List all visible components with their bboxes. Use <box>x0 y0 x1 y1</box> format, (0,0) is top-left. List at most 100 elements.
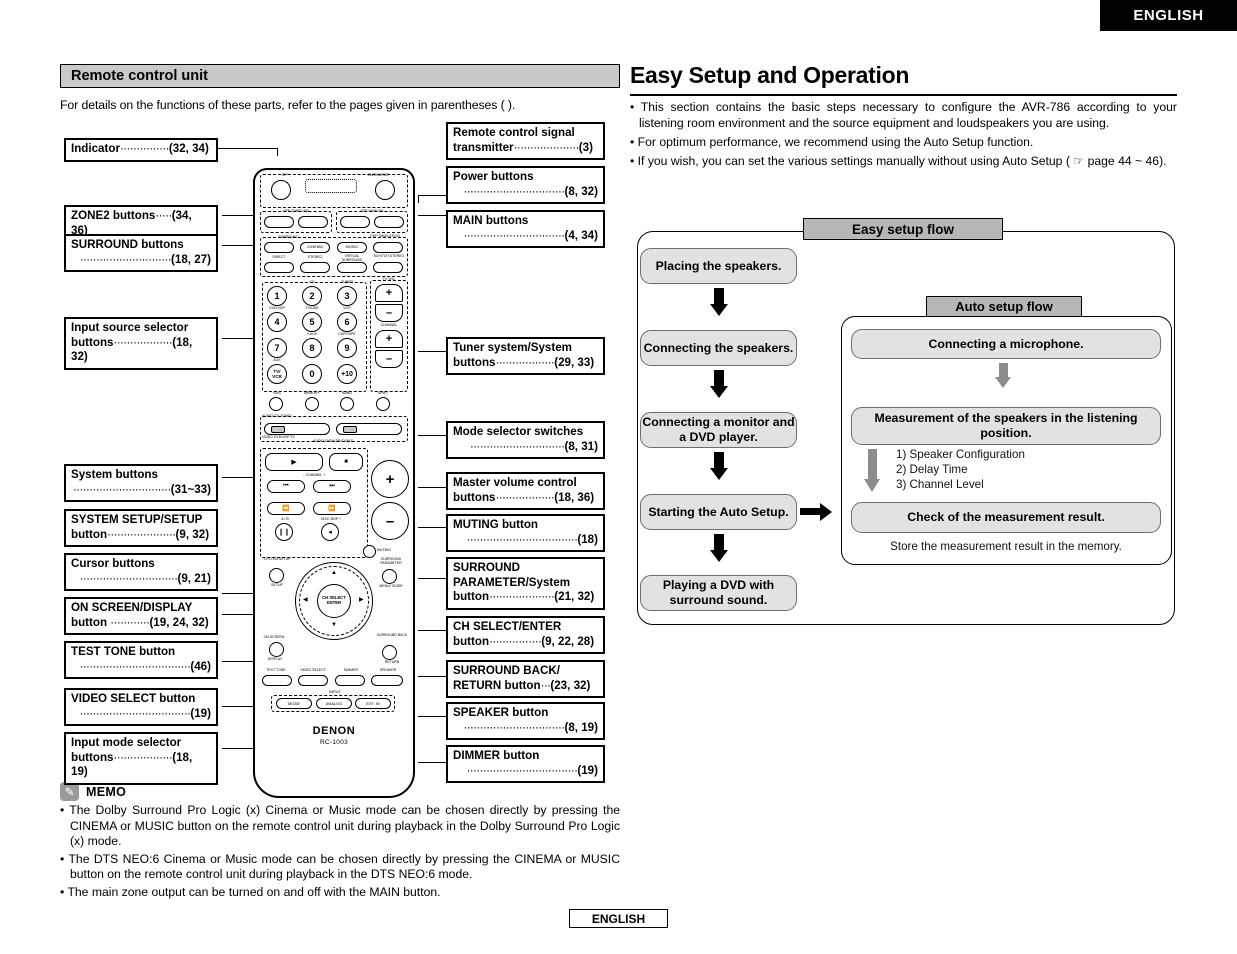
on-screen-display-button[interactable] <box>269 642 284 657</box>
test-tone-button[interactable] <box>262 675 292 686</box>
system-setup-label: SYSTEM SETUP <box>263 557 291 561</box>
shift-button[interactable] <box>376 397 390 411</box>
leader-line <box>418 762 446 764</box>
memory-button[interactable] <box>305 397 319 411</box>
key-2[interactable]: 2 <box>302 286 322 306</box>
key-0[interactable]: 0 <box>302 364 322 384</box>
band-button[interactable] <box>340 397 354 411</box>
surround-button-1[interactable] <box>264 242 294 253</box>
stereo-button[interactable] <box>300 262 330 273</box>
callout-dots: ······························· <box>463 720 565 734</box>
callout-dimmer-button: DIMMER button ··························… <box>446 745 605 783</box>
input-analog-button[interactable]: ANALOG <box>316 698 352 709</box>
stereo-5ch-7ch-button[interactable] <box>373 262 403 273</box>
key-7[interactable]: 7 <box>267 338 287 358</box>
auto-substeps: 1) Speaker Configuration 2) Delay Time 3… <box>896 447 1025 492</box>
callout-label: SYSTEM SETUP/SETUP <box>71 513 203 526</box>
cursor-down-icon[interactable]: ▼ <box>331 622 337 628</box>
zone2-off-button[interactable] <box>264 216 294 228</box>
skip-forward-button[interactable]: ⏭ <box>313 480 351 493</box>
callout-dots: ·································· <box>79 706 191 720</box>
leader-line <box>418 351 446 353</box>
input-mode-button[interactable]: MODE <box>276 698 312 709</box>
main-on-button[interactable] <box>374 216 404 228</box>
callout-pages: (9, 21) <box>177 571 211 585</box>
muting-button[interactable] <box>363 545 376 558</box>
cursor-left-icon[interactable]: ◀ <box>303 597 308 603</box>
key-8[interactable]: 8 <box>302 338 322 358</box>
master-volume-down-button[interactable]: – <box>371 502 409 540</box>
callout-label: SURROUND BACK/ <box>453 664 560 677</box>
leader-line <box>418 527 446 529</box>
band-label: BAND <box>342 391 352 395</box>
callout-pages: (8, 31) <box>564 439 598 453</box>
video-select-label: VIDEO SELECT <box>300 668 326 672</box>
rewind-button[interactable]: ⏪ <box>267 502 305 515</box>
callout-label2: buttons <box>71 335 114 349</box>
virtual-surround-button[interactable] <box>337 262 367 273</box>
play-button[interactable]: ▶ <box>265 453 323 471</box>
intro-bullet-text: For optimum performance, we recommend us… <box>637 135 1034 149</box>
callout-dots: ···················· <box>513 140 580 154</box>
intro-bullet-text: This section contains the basic steps ne… <box>639 100 1177 130</box>
leader-line <box>418 676 446 678</box>
master-volume-up-button[interactable]: + <box>371 460 409 498</box>
key-1[interactable]: 1 <box>267 286 287 306</box>
video-select-button[interactable] <box>298 675 328 686</box>
disc-skip-button[interactable]: ◂ <box>321 523 339 541</box>
mode-switch-right-slider[interactable] <box>343 426 357 433</box>
speaker-button[interactable] <box>371 675 403 686</box>
callout-dots: ················ <box>489 634 542 648</box>
system-setup-button[interactable] <box>269 568 284 583</box>
power-off-button[interactable] <box>271 180 291 200</box>
callout-dots: ··· <box>540 678 551 692</box>
callout-label: Master volume control <box>453 476 577 489</box>
cursor-up-icon[interactable]: ▲ <box>331 570 337 576</box>
key-5[interactable]: 5 <box>302 312 322 332</box>
tv-vol-down-button[interactable]: – <box>375 304 403 322</box>
speaker-label: SPEAKER <box>379 668 397 672</box>
pause-button[interactable]: ❙❙ <box>275 523 293 541</box>
rds-label: RDS <box>273 391 281 395</box>
flow-step-connecting-speakers: Connecting the speakers. <box>640 330 797 366</box>
key-4[interactable]: 4 <box>267 312 287 332</box>
channel-down-button[interactable]: – <box>375 350 403 368</box>
key-3[interactable]: 3 <box>337 286 357 306</box>
key-plus-10[interactable]: +10 <box>337 364 357 384</box>
skip-back-button[interactable]: ⏮ <box>267 480 305 493</box>
key-tv-vcr[interactable]: TV/ VCR <box>267 364 287 384</box>
rds-button[interactable] <box>269 397 283 411</box>
mode-switch-left-slider[interactable] <box>271 426 285 433</box>
intro-bullet: • For optimum performance, we recommend … <box>630 135 1034 149</box>
power-on-source-button[interactable] <box>375 180 395 200</box>
callout-label: SPEAKER button <box>453 706 549 719</box>
zone2-on-button[interactable] <box>298 216 328 228</box>
callout-dots: ·················· <box>113 750 173 764</box>
callout-pages: (46) <box>190 659 211 673</box>
main-off-button[interactable] <box>340 216 370 228</box>
input-ext-in-button[interactable]: EXT. IN <box>355 698 391 709</box>
surround-parameter-button[interactable] <box>382 569 397 584</box>
callout-on-screen-display-button: ON SCREEN/DISPLAY button ············(19… <box>64 597 218 635</box>
direct-button[interactable] <box>264 262 294 273</box>
dimmer-button[interactable] <box>335 675 365 686</box>
callout-label: CH SELECT/ENTER <box>453 620 562 633</box>
cursor-right-icon[interactable]: ▶ <box>359 597 364 603</box>
input-group-label: INPUT <box>329 689 341 694</box>
leader-line <box>222 245 257 247</box>
ch-select-enter-button[interactable]: CH SELECT ENTER <box>317 584 351 618</box>
channel-up-button[interactable]: + <box>375 330 403 348</box>
callout-pages: (21, 32) <box>554 590 595 603</box>
mode-switch-top-label: AUDIO CD ZONE2 <box>262 414 292 418</box>
tv-vol-up-button[interactable]: + <box>375 284 403 302</box>
callout-label2: buttons <box>453 490 496 504</box>
surround-button-4[interactable] <box>373 242 403 253</box>
stop-button[interactable]: ■ <box>329 453 363 471</box>
fast-forward-button[interactable]: ⏩ <box>313 502 351 515</box>
surround-back-return-button[interactable] <box>382 645 397 660</box>
key-9[interactable]: 9 <box>337 338 357 358</box>
memory-label: MEMORY <box>304 391 320 395</box>
callout-dots: ·································· <box>466 532 578 546</box>
channel-skip-label: – CHANNEL + <box>302 473 326 477</box>
key-6[interactable]: 6 <box>337 312 357 332</box>
